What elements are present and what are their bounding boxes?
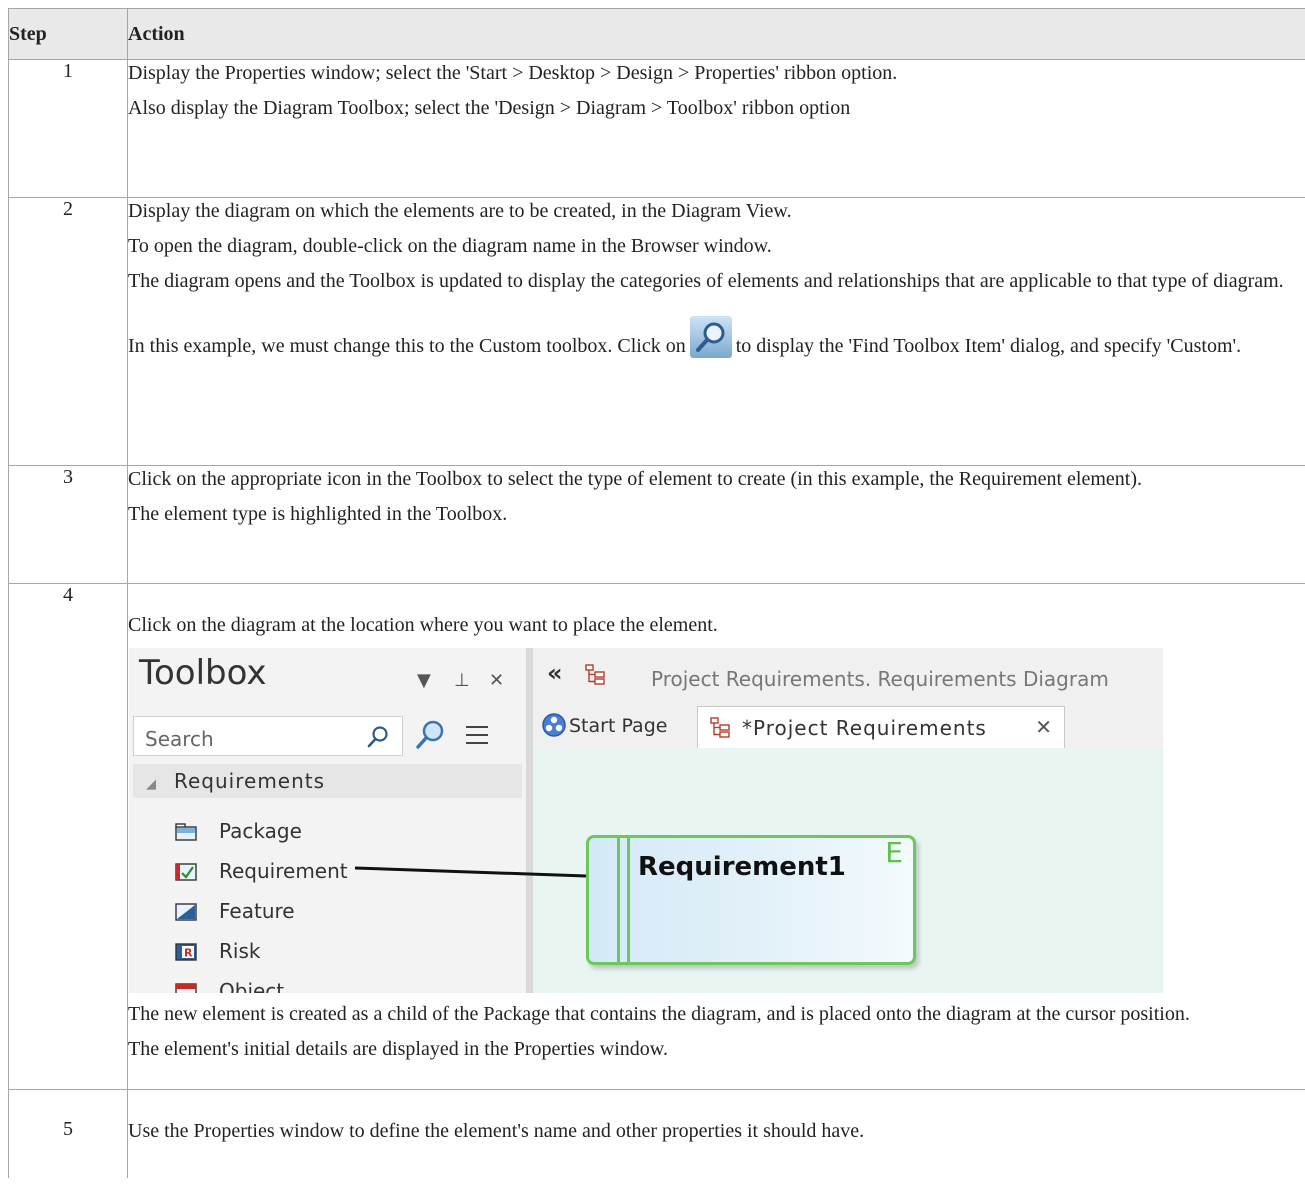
step-number: 5	[8, 1089, 128, 1178]
category-requirements[interactable]: ◢ Requirements	[133, 764, 522, 798]
action-text: The element type is highlighted in the T…	[128, 503, 508, 525]
tab-label: *Project Requirements	[742, 716, 987, 740]
action-text: Display the Properties window; select th…	[128, 62, 898, 84]
tab-label: Start Page	[569, 715, 668, 737]
panel-divider[interactable]	[526, 648, 533, 993]
action-text: The element's initial details are displa…	[128, 1038, 668, 1060]
requirement-element[interactable]: Requirement1 E	[586, 835, 916, 965]
toolbox-item-label: Package	[219, 819, 302, 843]
tab-project-requirements[interactable]: *Project Requirements ✕	[697, 706, 1065, 748]
step-action: Use the Properties window to define the …	[127, 1089, 1305, 1178]
step-number: 3	[8, 465, 128, 584]
step-action: Click on the diagram at the location whe…	[127, 583, 1305, 1090]
step-row: 4 Click on the diagram at the location w…	[8, 583, 1305, 1090]
toolbox-title: Toolbox	[139, 653, 267, 693]
search-placeholder: Search	[145, 727, 214, 751]
requirement-element-name: Requirement1	[638, 852, 846, 882]
toolbox-panel: Toolbox ▼ ⊥ ✕ Search ◢ Requirements Pack…	[129, 648, 526, 993]
step-row: 1 Display the Properties window; select …	[8, 59, 1305, 198]
action-text: Use the Properties window to define the …	[128, 1120, 865, 1142]
diagram-icon	[585, 664, 607, 692]
diagram-canvas[interactable]: Requirement1 E	[533, 748, 1163, 993]
find-toolbox-icon[interactable]	[689, 316, 732, 358]
svg-text:R: R	[184, 947, 193, 960]
step-row: 5 Use the Properties window to define th…	[8, 1089, 1305, 1178]
menu-icon[interactable]	[466, 726, 488, 750]
toolbox-item-label: Object	[219, 979, 285, 993]
step-action: Click on the appropriate icon in the Too…	[127, 465, 1305, 584]
close-icon[interactable]: ✕	[489, 668, 504, 694]
step-number: 2	[8, 197, 128, 466]
steps-table: Step Action 1 Display the Properties win…	[8, 8, 1305, 1178]
diagram-header: « Project Requirements. Requirements Dia…	[533, 648, 1163, 706]
diagram-icon	[710, 717, 732, 745]
find-toolbox-icon[interactable]	[413, 718, 447, 758]
step-row: 2 Display the diagram on which the eleme…	[8, 197, 1305, 466]
requirement-icon	[175, 861, 197, 881]
feature-icon	[175, 901, 197, 921]
header-row: Step Action	[8, 8, 1305, 60]
action-text: Display the diagram on which the element…	[128, 200, 792, 222]
toolbox-item-label: Risk	[219, 939, 261, 963]
toolbox-item-label: Feature	[219, 899, 295, 923]
pin-icon[interactable]: ⊥	[454, 668, 470, 694]
action-text: The diagram opens and the Toolbox is upd…	[128, 270, 1284, 292]
action-text: Click on the appropriate icon in the Too…	[128, 468, 1143, 490]
action-text: to display the 'Find Toolbox Item' dialo…	[735, 335, 1242, 357]
requirement-element-bar	[617, 838, 630, 962]
action-column-header: Action	[127, 8, 1305, 60]
step-action: Display the diagram on which the element…	[127, 197, 1305, 466]
risk-icon: R	[175, 941, 197, 961]
toolbox-diagram-screenshot: Toolbox ▼ ⊥ ✕ Search ◢ Requirements Pack…	[129, 648, 1163, 993]
step-number: 4	[8, 583, 128, 1090]
category-label: Requirements	[174, 769, 326, 793]
package-icon	[175, 821, 197, 841]
diagram-panel: « Project Requirements. Requirements Dia…	[533, 648, 1163, 993]
action-text: The new element is created as a child of…	[128, 1003, 1190, 1025]
search-icon[interactable]	[366, 725, 390, 755]
start-page-icon	[541, 712, 567, 744]
close-tab-icon[interactable]: ✕	[1035, 714, 1052, 740]
step-row: 3 Click on the appropriate icon in the T…	[8, 465, 1305, 584]
toolbox-search-input[interactable]: Search	[133, 716, 403, 756]
step-number: 1	[8, 59, 128, 198]
action-text-with-icon: In this example, we must change this to …	[128, 316, 1305, 359]
action-text: To open the diagram, double-click on the…	[128, 235, 772, 257]
object-icon	[175, 981, 197, 993]
diagram-tabs: Start Page *Project Requirements ✕	[533, 706, 1163, 749]
toolbox-item-label: Requirement	[219, 859, 348, 883]
action-text: Click on the diagram at the location whe…	[128, 614, 718, 636]
diagram-path: Project Requirements. Requirements Diagr…	[651, 667, 1109, 691]
stereotype-marker: E	[885, 836, 903, 869]
back-icon[interactable]: «	[547, 660, 563, 686]
action-text: Also display the Diagram Toolbox; select…	[128, 97, 851, 119]
step-column-header: Step	[8, 8, 128, 60]
dropdown-icon[interactable]: ▼	[417, 668, 431, 694]
action-text: In this example, we must change this to …	[128, 335, 686, 357]
collapse-arrow-icon[interactable]: ◢	[146, 772, 156, 798]
step-action: Display the Properties window; select th…	[127, 59, 1305, 198]
